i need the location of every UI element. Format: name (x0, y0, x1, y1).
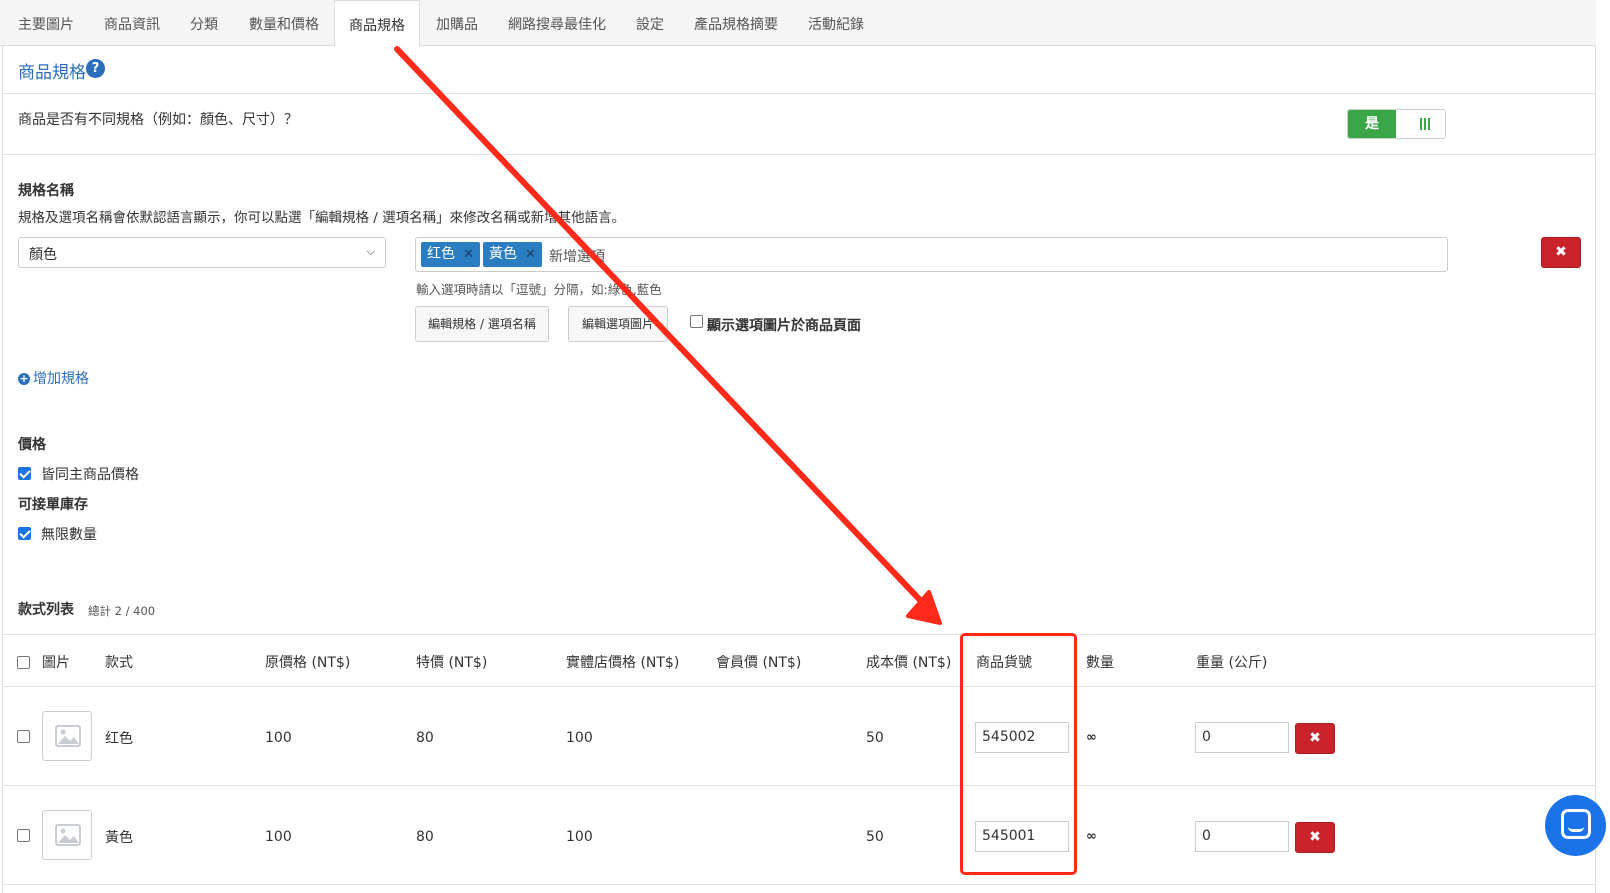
option-tag: 红色 ✕ (421, 242, 480, 267)
chevron-down-icon: ⌵ (366, 245, 375, 258)
spec-name-help: 規格及選項名稱會依默認語言顯示，你可以點選「編輯規格 / 選項名稱」來修改名稱或… (18, 210, 626, 226)
column-header: 原價格 (NT$) (265, 655, 351, 671)
add-spec-link[interactable]: + 增加規格 (18, 368, 89, 388)
option-tag: 黃色 ✕ (483, 242, 542, 267)
edit-images-button[interactable]: 編輯選項圖片 (568, 306, 668, 342)
quantity-value: ∞ (1086, 829, 1097, 844)
retail-price: 100 (566, 730, 593, 746)
chat-smile-icon (1568, 827, 1584, 832)
column-header: 會員價 (NT$) (716, 655, 802, 671)
remove-tag-icon[interactable]: ✕ (463, 247, 474, 262)
delete-variant-button[interactable]: ✖ (1295, 723, 1335, 754)
original-price: 100 (265, 730, 292, 746)
image-icon (55, 824, 81, 846)
select-all-checkbox[interactable] (17, 656, 30, 669)
variant-count: 總計 2 / 400 (88, 604, 156, 618)
add-spec-label: 增加規格 (33, 371, 89, 387)
stock-label: 可接單庫存 (18, 497, 88, 513)
chat-widget-button[interactable] (1545, 795, 1606, 856)
divider (2, 154, 1596, 155)
tab-bar: 主要圖片 商品資訊 分類 數量和價格 商品規格 加購品 網路搜尋最佳化 設定 產… (0, 0, 1596, 47)
delete-variant-button[interactable]: ✖ (1295, 822, 1335, 853)
variant-name: 红色 (105, 731, 133, 747)
variation-question: 商品是否有不同規格（例如：顏色、尺寸）？ (18, 112, 298, 128)
divider (2, 93, 1596, 94)
variant-name: 黃色 (105, 830, 133, 846)
same-price-checkbox[interactable] (18, 467, 31, 480)
weight-input[interactable]: 0 (1195, 722, 1289, 753)
tab-product-info[interactable]: 商品資訊 (90, 0, 174, 46)
remove-tag-icon[interactable]: ✕ (525, 247, 536, 262)
price-label: 價格 (18, 437, 46, 453)
tab-add-on-items[interactable]: 加購品 (420, 0, 494, 46)
column-header: 重量 (公斤) (1196, 655, 1268, 671)
column-header: 圖片 (42, 655, 70, 671)
retail-price: 100 (566, 829, 593, 845)
cost-price: 50 (866, 730, 884, 746)
plus-circle-icon: + (18, 372, 30, 385)
variation-toggle[interactable]: 是 (1347, 109, 1446, 139)
variant-image-placeholder[interactable] (42, 810, 92, 860)
divider (2, 884, 1596, 885)
option-tag-label: 黃色 (489, 246, 517, 262)
show-images-label: 顯示選項圖片於商品頁面 (707, 318, 861, 334)
tab-main-images[interactable]: 主要圖片 (2, 0, 90, 46)
variant-list-title: 款式列表 (18, 602, 74, 618)
divider (2, 785, 1596, 786)
tab-settings[interactable]: 設定 (620, 0, 680, 46)
tab-categories[interactable]: 分類 (174, 0, 234, 46)
add-option-placeholder[interactable]: 新增選項 (549, 246, 605, 266)
divider (2, 634, 1596, 635)
option-tag-label: 红色 (427, 246, 455, 262)
delete-spec-button[interactable]: ✖ (1541, 237, 1581, 268)
help-icon[interactable]: ? (86, 59, 105, 78)
weight-input[interactable]: 0 (1195, 821, 1289, 852)
original-price: 100 (265, 829, 292, 845)
tab-activity-log[interactable]: 活動紀錄 (792, 0, 880, 46)
spec-name-label: 規格名稱 (18, 183, 74, 199)
tab-seo[interactable]: 網路搜尋最佳化 (494, 0, 620, 46)
option-tag-input[interactable]: 红色 ✕ 黃色 ✕ 新增選項 (415, 237, 1448, 272)
variant-image-placeholder[interactable] (42, 711, 92, 761)
sale-price: 80 (416, 730, 434, 746)
image-icon (55, 725, 81, 747)
toggle-yes-label: 是 (1348, 110, 1396, 138)
column-header: 成本價 (NT$) (866, 655, 952, 671)
option-hint: 輸入選項時請以「逗號」分隔，如:綠色,藍色 (416, 282, 662, 297)
cost-price: 50 (866, 829, 884, 845)
row-checkbox[interactable] (17, 730, 30, 743)
sku-highlight-box (960, 633, 1077, 875)
divider (2, 686, 1596, 687)
tab-quantity-price[interactable]: 數量和價格 (234, 0, 334, 46)
spec-type-select[interactable]: 顏色 ⌵ (18, 237, 386, 268)
show-images-checkbox[interactable] (690, 315, 703, 328)
spec-panel (2, 46, 1596, 893)
column-header: 實體店價格 (NT$) (566, 655, 680, 671)
toggle-grip-icon (1420, 118, 1430, 130)
quantity-value: ∞ (1086, 730, 1097, 745)
column-header: 款式 (105, 655, 133, 671)
column-header: 數量 (1086, 655, 1114, 671)
section-title: 商品規格 (18, 63, 86, 83)
spec-type-value: 顏色 (29, 247, 57, 263)
unlimited-checkbox[interactable] (18, 527, 31, 540)
sale-price: 80 (416, 829, 434, 845)
tab-product-specs[interactable]: 商品規格 (334, 0, 420, 47)
tab-spec-summary[interactable]: 產品規格摘要 (680, 0, 792, 46)
edit-names-button[interactable]: 編輯規格 / 選項名稱 (415, 306, 549, 342)
chat-icon (1561, 809, 1591, 839)
same-price-label: 皆同主商品價格 (41, 467, 139, 483)
unlimited-label: 無限數量 (41, 527, 97, 543)
row-checkbox[interactable] (17, 829, 30, 842)
column-header: 特價 (NT$) (416, 655, 488, 671)
